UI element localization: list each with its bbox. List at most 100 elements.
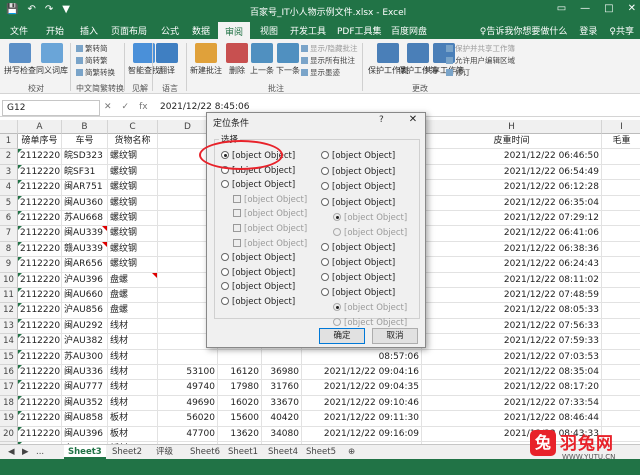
cell-tare-time[interactable]: 2021/12/22 06:24:43 bbox=[422, 257, 602, 273]
option-left-5[interactable]: [object Object] bbox=[233, 224, 307, 234]
option-right-10[interactable]: [object Object] bbox=[333, 303, 407, 313]
cell-goods[interactable]: 线材 bbox=[108, 318, 158, 335]
row-header[interactable]: 6 bbox=[0, 211, 18, 227]
sheet-tab-Sheet1[interactable]: Sheet1 bbox=[224, 445, 262, 459]
cell-empty[interactable] bbox=[602, 350, 640, 365]
cell-plate[interactable]: 闽AU292 bbox=[62, 318, 108, 335]
cell-plate[interactable]: 闽AU396 bbox=[62, 426, 108, 442]
cell-serial[interactable]: 2112220100174 bbox=[18, 164, 62, 181]
radio-icon[interactable] bbox=[321, 151, 329, 159]
cell-gross[interactable]: 47700 bbox=[158, 426, 218, 442]
cell-goods[interactable]: 盘螺 bbox=[108, 303, 158, 319]
option-left-2[interactable]: [object Object] bbox=[221, 180, 295, 190]
cell-serial[interactable]: 2112220100116 bbox=[18, 426, 62, 442]
option-right-4[interactable]: [object Object] bbox=[333, 213, 407, 223]
quick-access-1-icon[interactable]: ↶ bbox=[27, 4, 35, 15]
option-left-7[interactable]: [object Object] bbox=[221, 253, 295, 263]
cell-plate[interactable]: 闽AU660 bbox=[62, 288, 108, 304]
cell-serial[interactable]: 2112220100126 bbox=[18, 288, 62, 304]
cell-plate[interactable]: 赣AU339 bbox=[62, 241, 108, 258]
help-icon[interactable]: ? bbox=[379, 115, 384, 125]
cell-plate[interactable]: 沪AU396 bbox=[62, 272, 108, 288]
checkbox-icon[interactable] bbox=[233, 194, 241, 203]
select-all-corner[interactable] bbox=[0, 120, 18, 134]
cell-tare-time[interactable]: 2021/12/22 07:33:54 bbox=[422, 395, 602, 412]
ribbon-small-6[interactable]: 保护并共享工作簿 bbox=[446, 43, 515, 54]
previous-comment-button[interactable]: 上一条 bbox=[250, 43, 274, 76]
cell-empty[interactable] bbox=[602, 149, 640, 165]
cell-empty[interactable] bbox=[602, 319, 640, 335]
radio-icon[interactable] bbox=[321, 167, 329, 175]
row-header[interactable]: 12 bbox=[0, 303, 18, 319]
cell-plate[interactable]: 闽AU352 bbox=[62, 395, 108, 412]
cell-goods[interactable]: 盘螺 bbox=[108, 272, 158, 288]
cell-gross[interactable]: 49690 bbox=[158, 395, 218, 412]
radio-icon[interactable] bbox=[321, 198, 329, 206]
column-header-B[interactable]: B bbox=[62, 120, 108, 134]
column-header-I[interactable]: I bbox=[602, 120, 640, 134]
row-header[interactable]: 2 bbox=[0, 149, 18, 165]
cell-goods[interactable]: 螺纹钢 bbox=[108, 257, 158, 273]
cell-tare-time[interactable]: 2021/12/22 07:03:53 bbox=[422, 349, 602, 365]
cell-serial[interactable]: 2112220100107 bbox=[18, 380, 62, 396]
cell-plate[interactable]: 闽AU339 bbox=[62, 226, 108, 242]
close-button[interactable]: ✕ bbox=[628, 3, 636, 14]
radio-icon[interactable] bbox=[221, 297, 229, 305]
tab-0[interactable]: 文件 bbox=[10, 24, 28, 37]
radio-icon[interactable] bbox=[333, 303, 341, 311]
close-icon[interactable]: ✕ bbox=[403, 114, 423, 127]
cell-gross[interactable]: 53100 bbox=[158, 365, 218, 381]
option-left-9[interactable]: [object Object] bbox=[221, 282, 295, 292]
row-header[interactable]: 5 bbox=[0, 195, 18, 211]
option-left-4[interactable]: [object Object] bbox=[233, 209, 307, 219]
cell-goods[interactable]: 线材 bbox=[108, 395, 158, 412]
option-right-3[interactable]: [object Object] bbox=[321, 198, 395, 208]
row-header[interactable]: 9 bbox=[0, 257, 18, 273]
cell-plate[interactable]: 闽AU777 bbox=[62, 380, 108, 396]
ribbon-options-button[interactable]: ▭ bbox=[557, 3, 566, 14]
tab-1[interactable]: 开始 bbox=[46, 24, 64, 37]
quick-access-2-icon[interactable]: ↷ bbox=[45, 4, 53, 15]
cell-empty[interactable] bbox=[602, 180, 640, 196]
sheet-tab-评级[interactable]: 评级 bbox=[152, 445, 177, 459]
cell-serial[interactable]: 2112220100087 bbox=[18, 180, 62, 196]
row-header[interactable]: 3 bbox=[0, 164, 18, 181]
tab-5[interactable]: 数据 bbox=[192, 24, 210, 37]
row-header[interactable]: 7 bbox=[0, 226, 18, 242]
radio-icon[interactable] bbox=[321, 273, 329, 281]
radio-icon[interactable] bbox=[321, 288, 329, 296]
cell-gross-time[interactable]: 2021/12/22 09:16:09 bbox=[302, 426, 422, 442]
cell-tare-time[interactable]: 2021/12/22 07:59:33 bbox=[422, 334, 602, 350]
share-button[interactable]: ♀共享 bbox=[609, 24, 634, 37]
cell-goods[interactable]: 盘螺 bbox=[108, 288, 158, 304]
tab-3[interactable]: 页面布局 bbox=[111, 24, 147, 37]
header-cell[interactable]: 皮重时间 bbox=[422, 134, 602, 150]
option-right-5[interactable]: [object Object] bbox=[333, 228, 407, 238]
option-left-3[interactable]: [object Object] bbox=[233, 194, 307, 205]
next-comment-button[interactable]: 下一条 bbox=[276, 43, 300, 76]
option-right-11[interactable]: [object Object] bbox=[333, 318, 407, 328]
cell-tare-time[interactable]: 2021/12/22 07:29:12 bbox=[422, 211, 602, 227]
cell-empty[interactable] bbox=[602, 196, 640, 211]
cell-serial[interactable]: 2112220100133 bbox=[18, 211, 62, 227]
sheet-tab-Sheet2[interactable]: Sheet2 bbox=[108, 445, 146, 459]
sheet-nav-0-icon[interactable]: ◀ bbox=[4, 445, 19, 459]
cell-tare-time[interactable]: 2021/12/22 06:35:04 bbox=[422, 195, 602, 211]
header-cell[interactable]: 磅单序号 bbox=[18, 134, 62, 150]
cell-gross-time[interactable]: 2021/12/22 09:11:30 bbox=[302, 411, 422, 427]
cell-plate[interactable]: 苏AU300 bbox=[62, 349, 108, 365]
radio-icon[interactable] bbox=[321, 182, 329, 190]
radio-icon[interactable] bbox=[221, 180, 229, 189]
cell-empty[interactable] bbox=[602, 288, 640, 304]
cell-plate[interactable]: 闽AR751 bbox=[62, 180, 108, 196]
cell-gross[interactable] bbox=[158, 349, 218, 365]
sheet-tab-Sheet4[interactable]: Sheet4 bbox=[264, 445, 302, 459]
cell-serial[interactable]: 2112220100148 bbox=[18, 257, 62, 273]
cell-serial[interactable]: 2112220100097 bbox=[18, 334, 62, 350]
maximize-button[interactable]: □ bbox=[604, 3, 613, 14]
cell-goods[interactable]: 线材 bbox=[108, 365, 158, 381]
cell-tare[interactable]: 16120 bbox=[218, 365, 262, 381]
cell-gross-time[interactable]: 2021/12/22 09:04:35 bbox=[302, 380, 422, 396]
row-header[interactable]: 19 bbox=[0, 411, 18, 427]
cell-net[interactable]: 40420 bbox=[262, 411, 302, 427]
